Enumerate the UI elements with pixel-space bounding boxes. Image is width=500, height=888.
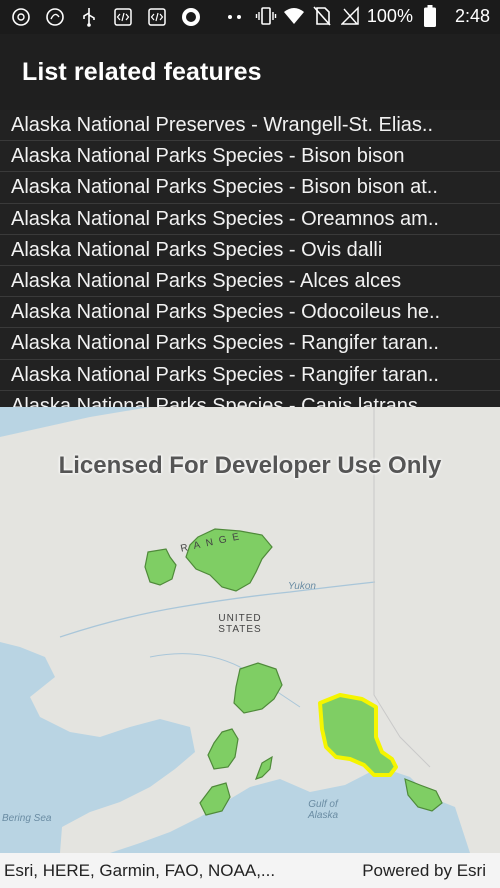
list-item[interactable]: Alaska National Parks Species - Rangifer…: [0, 328, 500, 360]
developer-watermark: Licensed For Developer Use Only: [58, 452, 442, 479]
gulf-of-alaska-label: Gulf of Alaska: [298, 799, 348, 821]
record-icon: [180, 6, 202, 28]
list-item[interactable]: Alaska National Preserves - Wrangell-St.…: [0, 110, 500, 142]
list-item[interactable]: Alaska National Parks Species - Rangifer…: [0, 359, 500, 391]
yukon-label: Yukon: [288, 581, 316, 592]
bering-sea-label: Bering Sea: [2, 813, 52, 824]
alaska-label: Alaska: [307, 810, 338, 821]
gulf-label: Gulf of: [308, 799, 338, 810]
app-grid-icon: [10, 6, 32, 28]
usb-icon: [78, 6, 100, 28]
chrome-icon: [44, 6, 66, 28]
united-label: UNITED: [218, 613, 262, 624]
map-view[interactable]: Licensed For Developer Use Only RANGE Yu…: [0, 407, 500, 853]
vibrate-icon: [255, 5, 277, 27]
attribution-bar[interactable]: Esri, HERE, Garmin, FAO, NOAA,... Powere…: [0, 853, 500, 888]
code-icon: [146, 6, 168, 28]
signal-icon: [339, 5, 361, 27]
powered-by-esri: Powered by Esri: [362, 861, 486, 880]
states-label: STATES: [218, 624, 262, 635]
notification-icons: [10, 6, 246, 28]
no-sim-icon: [311, 5, 333, 27]
list-item[interactable]: Alaska National Parks Species - Bison bi…: [0, 172, 500, 204]
status-bar: 100% 2:48: [0, 0, 500, 34]
list-item[interactable]: Alaska National Parks Species - Ovis dal…: [0, 234, 500, 266]
wifi-icon: [283, 5, 305, 27]
attribution-sources[interactable]: Esri, HERE, Garmin, FAO, NOAA,...: [4, 861, 275, 881]
list-item[interactable]: Alaska National Parks Species - Canis la…: [0, 390, 500, 407]
list-item[interactable]: Alaska National Parks Species - Alces al…: [0, 265, 500, 298]
app-toolbar: List related features: [0, 34, 500, 110]
list-item[interactable]: Alaska National Parks Species - Bison bi…: [0, 141, 500, 173]
battery-icon: [419, 5, 441, 27]
code-icon: [112, 6, 134, 28]
related-features-list[interactable]: Alaska National Preserves - Wrangell-St.…: [0, 110, 500, 407]
more-dots-icon: [224, 6, 246, 28]
page-title: List related features: [22, 58, 262, 86]
list-item[interactable]: Alaska National Parks Species - Odocoile…: [0, 297, 500, 329]
united-states-label: UNITED STATES: [205, 613, 275, 635]
battery-percent: 100%: [366, 5, 413, 26]
clock: 2:48: [454, 5, 490, 26]
list-item[interactable]: Alaska National Parks Species - Oreamnos…: [0, 203, 500, 235]
system-icons: 100% 2:48: [255, 5, 490, 27]
